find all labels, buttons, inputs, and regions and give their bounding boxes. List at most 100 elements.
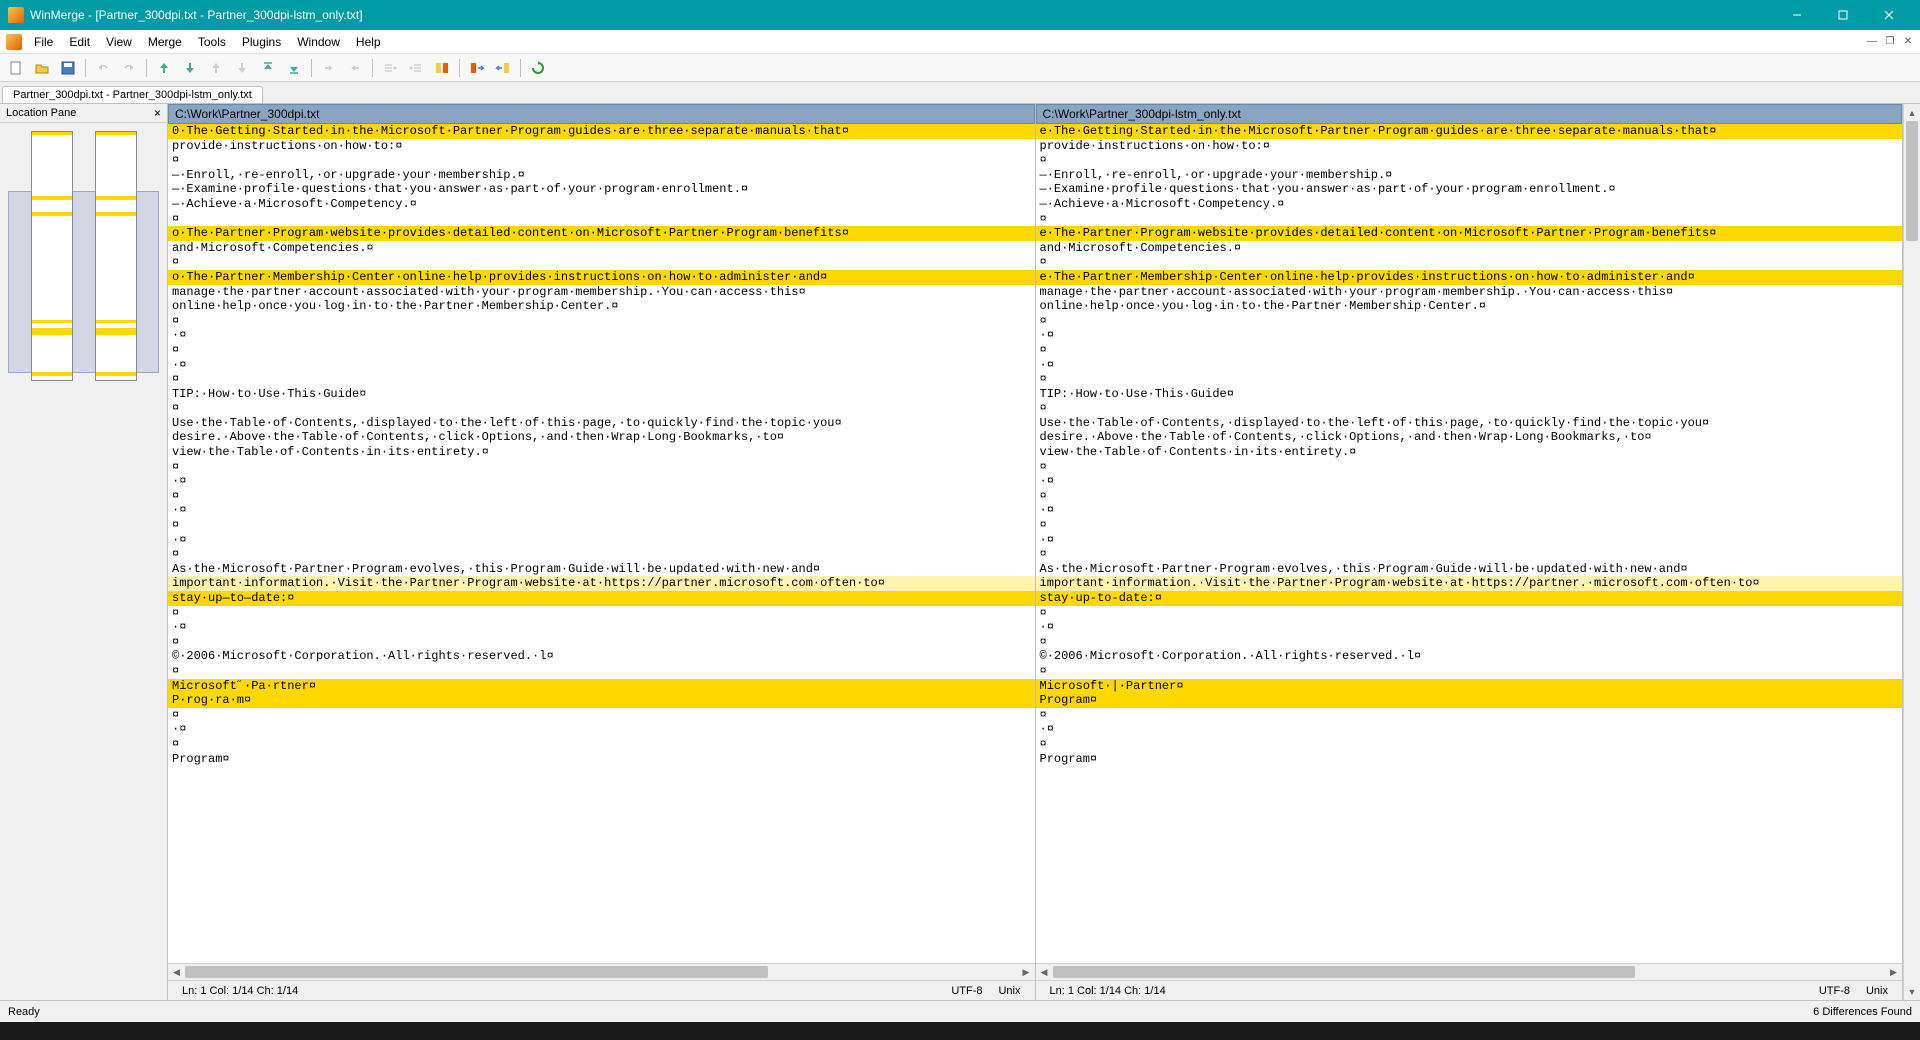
menu-view[interactable]: View [98,32,140,52]
text-line[interactable]: online·help·once·you·log·in·to·the·Partn… [1036,299,1903,314]
text-line[interactable]: e·The·Partner·Membership·Center·online·h… [1036,270,1903,285]
open-button[interactable] [30,56,54,80]
text-line[interactable]: ·¤ [1036,533,1903,548]
minimize-button[interactable] [1774,0,1820,30]
mdi-restore-button[interactable]: ❐ [1882,35,1898,49]
prev-conflict-button[interactable] [204,56,228,80]
location-pane-close-button[interactable]: × [154,106,161,120]
right-hscrollbar[interactable]: ◀ ▶ [1036,963,1903,980]
text-line[interactable]: ·¤ [168,358,1035,373]
text-line[interactable]: ·¤ [168,474,1035,489]
text-line[interactable]: ¤ [168,635,1035,650]
text-line[interactable]: Program¤ [1036,752,1903,767]
text-line[interactable]: ·¤ [168,533,1035,548]
text-line[interactable]: ¤ [168,460,1035,475]
text-line[interactable]: o·The·Partner·Program·website·provides·d… [168,226,1035,241]
last-diff-button[interactable] [282,56,306,80]
scroll-down-icon[interactable]: ▼ [1904,983,1920,1000]
text-line[interactable]: ¤ [1036,489,1903,504]
text-line[interactable]: Use·the·Table·of·Contents,·displayed·to·… [168,416,1035,431]
next-conflict-button[interactable] [230,56,254,80]
text-line[interactable]: ·¤ [168,328,1035,343]
text-line[interactable]: ¤ [1036,255,1903,270]
text-line[interactable]: —·Examine·profile·questions·that·you·ans… [168,182,1035,197]
text-line[interactable]: ¤ [168,343,1035,358]
menu-help[interactable]: Help [348,32,389,52]
text-line[interactable]: and·Microsoft·Competencies.¤ [1036,241,1903,256]
text-line[interactable]: desire.·Above·the·Table·of·Contents,·cli… [168,430,1035,445]
text-line[interactable]: ·¤ [1036,503,1903,518]
text-line[interactable]: ¤ [1036,708,1903,723]
next-diff-button[interactable] [178,56,202,80]
text-line[interactable]: important·information.·Visit·the·Partner… [168,576,1035,591]
text-line[interactable]: —·Enroll,·re-enroll,·or·upgrade·your·mem… [1036,168,1903,183]
text-line[interactable]: view·the·Table·of·Contents·in·its·entire… [1036,445,1903,460]
text-line[interactable]: Use·the·Table·of·Contents,·displayed·to·… [1036,416,1903,431]
text-line[interactable]: 0·The·Getting·Started·in·the·Microsoft·P… [168,124,1035,139]
text-line[interactable]: provide·instructions·on·how·to:¤ [168,139,1035,154]
text-line[interactable]: ·¤ [1036,620,1903,635]
copy-right-button[interactable] [317,56,341,80]
text-line[interactable]: ·¤ [1036,328,1903,343]
copy-all-left-button[interactable] [404,56,428,80]
text-line[interactable]: e·The·Getting·Started·in·the·Microsoft·P… [1036,124,1903,139]
text-line[interactable]: ¤ [1036,635,1903,650]
maximize-button[interactable] [1820,0,1866,30]
text-line[interactable]: ¤ [1036,343,1903,358]
text-line[interactable]: e·The·Partner·Program·website·provides·d… [1036,226,1903,241]
vertical-scrollbar[interactable]: ▲ ▼ [1903,104,1920,1000]
text-line[interactable]: ·¤ [168,503,1035,518]
first-diff-button[interactable] [256,56,280,80]
text-line[interactable]: ¤ [1036,547,1903,562]
text-line[interactable]: ·¤ [1036,722,1903,737]
text-line[interactable]: ¤ [168,212,1035,227]
menu-tools[interactable]: Tools [190,32,234,52]
text-line[interactable]: and·Microsoft·Competencies.¤ [168,241,1035,256]
text-line[interactable]: As·the·Microsoft·Partner·Program·evolves… [1036,562,1903,577]
menu-edit[interactable]: Edit [61,32,98,52]
new-button[interactable] [4,56,28,80]
text-line[interactable]: ·¤ [168,620,1035,635]
copy-left-button[interactable] [343,56,367,80]
text-line[interactable]: ¤ [168,547,1035,562]
text-line[interactable]: manage·the·partner·account·associated·wi… [1036,285,1903,300]
refresh-button[interactable] [526,56,550,80]
text-line[interactable]: important·information.·Visit·the·Partner… [1036,576,1903,591]
text-line[interactable]: stay·up-to-date:¤ [1036,591,1903,606]
text-line[interactable]: TIP:·How·to·Use·This·Guide¤ [1036,387,1903,402]
text-line[interactable]: —·Achieve·a·Microsoft·Competency.¤ [168,197,1035,212]
text-line[interactable]: ¤ [1036,518,1903,533]
auto-merge-button[interactable] [430,56,454,80]
text-line[interactable]: Microsoft·|·Partner¤ [1036,679,1903,694]
left-pane-content[interactable]: 0·The·Getting·Started·in·the·Microsoft·P… [168,124,1035,963]
location-bar-right[interactable] [95,131,137,381]
scroll-right-icon[interactable]: ▶ [1018,964,1035,980]
text-line[interactable]: manage·the·partner·account·associated·wi… [168,285,1035,300]
text-line[interactable]: ¤ [168,708,1035,723]
text-line[interactable]: ©·2006·Microsoft·Corporation.·All·rights… [168,649,1035,664]
mdi-minimize-button[interactable]: ― [1864,35,1880,49]
text-line[interactable]: ¤ [1036,372,1903,387]
text-line[interactable]: ¤ [1036,401,1903,416]
text-line[interactable]: Program¤ [168,752,1035,767]
menu-file[interactable]: File [26,32,61,52]
text-line[interactable]: ·¤ [168,722,1035,737]
location-pane-body[interactable] [0,123,167,1000]
text-line[interactable]: ¤ [168,255,1035,270]
menu-merge[interactable]: Merge [140,32,190,52]
undo-button[interactable] [91,56,115,80]
text-line[interactable]: ¤ [168,401,1035,416]
text-line[interactable]: view·the·Table·of·Contents·in·its·entire… [168,445,1035,460]
all-left-button[interactable] [491,56,515,80]
text-line[interactable]: ¤ [1036,314,1903,329]
text-line[interactable]: ¤ [1036,153,1903,168]
text-line[interactable]: o·The·Partner·Membership·Center·online·h… [168,270,1035,285]
text-line[interactable]: stay·up—to—date:¤ [168,591,1035,606]
text-line[interactable]: ¤ [1036,460,1903,475]
text-line[interactable]: ¤ [168,664,1035,679]
mdi-close-button[interactable]: ✕ [1900,35,1916,49]
text-line[interactable]: TIP:·How·to·Use·This·Guide¤ [168,387,1035,402]
scroll-right-icon[interactable]: ▶ [1885,964,1902,980]
menu-window[interactable]: Window [289,32,348,52]
text-line[interactable]: online·help·once·you·log·in·to·the·Partn… [168,299,1035,314]
